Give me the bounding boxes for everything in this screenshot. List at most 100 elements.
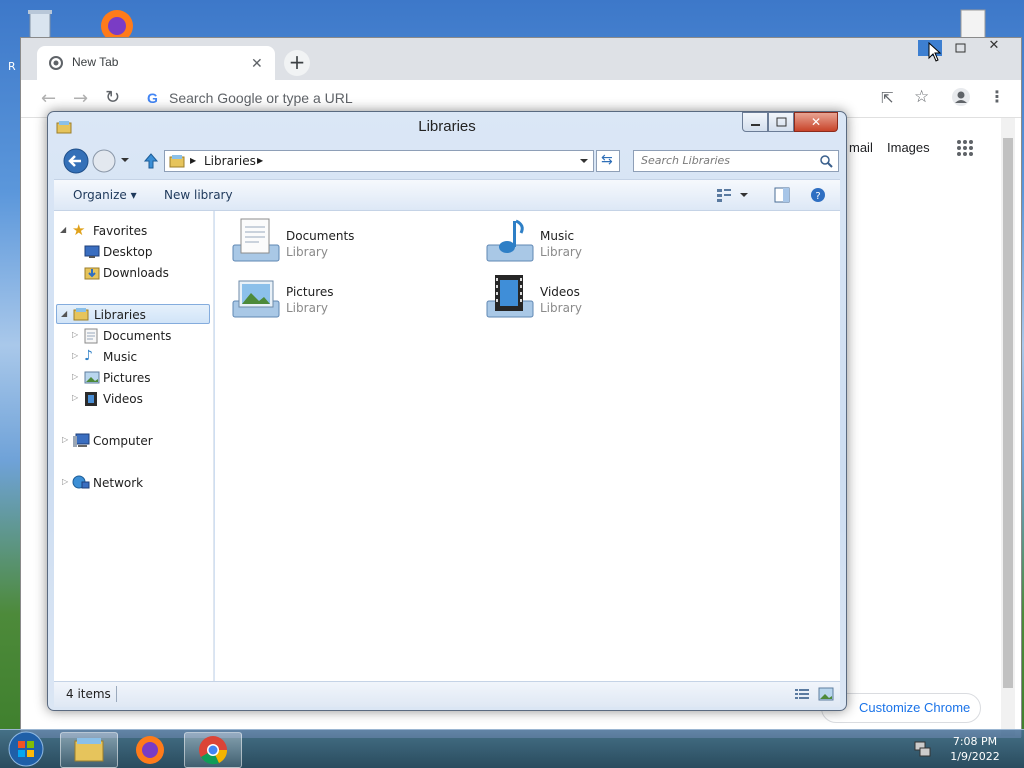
breadcrumb-arrow-icon[interactable]: ▶ bbox=[190, 156, 196, 165]
search-libraries-input[interactable]: Search Libraries bbox=[633, 150, 839, 172]
details-view-icon[interactable] bbox=[794, 687, 810, 701]
chrome-restore-button[interactable] bbox=[949, 40, 973, 56]
chrome-scroll-thumb[interactable] bbox=[1003, 138, 1013, 688]
bookmark-star-icon[interactable]: ☆ bbox=[914, 87, 929, 107]
recent-pages-chevron-icon[interactable] bbox=[120, 156, 130, 164]
pictures-library-type: Library bbox=[286, 301, 328, 315]
forward-icon[interactable]: → bbox=[73, 88, 88, 109]
nav-documents[interactable]: ▷ Documents bbox=[58, 326, 208, 346]
tab-close-icon[interactable]: ✕ bbox=[251, 56, 263, 72]
google-g-icon: G bbox=[147, 90, 158, 106]
tab-new-tab[interactable]: New Tab ✕ bbox=[37, 46, 275, 80]
collapse-arrow-icon[interactable]: ▷ bbox=[72, 393, 78, 402]
nav-music-label: Music bbox=[103, 350, 138, 364]
nav-desktop[interactable]: Desktop bbox=[58, 242, 208, 262]
nav-libraries[interactable]: ◢ Libraries bbox=[56, 304, 210, 324]
search-icon[interactable] bbox=[819, 154, 833, 168]
up-arrow-icon[interactable] bbox=[143, 152, 159, 170]
chrome-taskbar-icon[interactable] bbox=[184, 732, 242, 768]
explorer-taskbar-icon[interactable] bbox=[60, 732, 118, 768]
chrome-menu-icon[interactable]: ⋮ bbox=[989, 87, 1005, 106]
refresh-button[interactable]: ⇆ bbox=[596, 150, 620, 172]
mouse-cursor-icon bbox=[928, 42, 942, 62]
explorer-close-button[interactable]: ✕ bbox=[794, 112, 838, 132]
library-item-pictures[interactable]: Pictures Library bbox=[231, 273, 431, 323]
computer-icon bbox=[72, 433, 90, 449]
collapse-arrow-icon[interactable]: ▷ bbox=[72, 372, 78, 381]
new-tab-button[interactable]: + bbox=[284, 50, 310, 76]
navigation-pane: ◢ ★ Favorites Desktop Downloads ◢ Librar… bbox=[54, 211, 214, 681]
documents-icon bbox=[84, 328, 98, 344]
organize-button[interactable]: Organize ▾ bbox=[73, 188, 137, 202]
start-orb-icon[interactable] bbox=[6, 730, 46, 768]
taskbar-clock[interactable]: 7:08 PM 1/9/2022 bbox=[940, 734, 1010, 764]
explorer-minimize-button[interactable] bbox=[742, 112, 768, 132]
nav-pictures[interactable]: ▷ Pictures bbox=[58, 368, 208, 388]
breadcrumb-libraries[interactable]: Libraries bbox=[204, 154, 256, 168]
omnibox-input[interactable]: Search Google or type a URL bbox=[169, 90, 353, 106]
collapse-arrow-icon[interactable]: ▷ bbox=[62, 435, 68, 444]
google-apps-icon[interactable] bbox=[956, 139, 974, 157]
music-library-type: Library bbox=[540, 245, 582, 259]
explorer-maximize-button[interactable] bbox=[768, 112, 794, 132]
library-item-music[interactable]: Music Library bbox=[485, 217, 685, 267]
nav-network[interactable]: ▷ Network bbox=[58, 473, 208, 493]
expand-arrow-icon[interactable]: ◢ bbox=[60, 225, 66, 234]
forward-button-icon[interactable] bbox=[91, 148, 117, 174]
collapse-arrow-icon[interactable]: ▷ bbox=[62, 477, 68, 486]
nav-favorites[interactable]: ◢ ★ Favorites bbox=[58, 221, 208, 241]
videos-library-name: Videos bbox=[540, 285, 580, 299]
gmail-link[interactable]: mail bbox=[849, 140, 873, 155]
nav-computer[interactable]: ▷ Computer bbox=[58, 431, 208, 451]
profile-avatar-icon[interactable] bbox=[951, 87, 971, 107]
chrome-tab-title: New Tab bbox=[72, 55, 119, 69]
status-divider bbox=[116, 686, 117, 702]
share-icon[interactable]: ⇱ bbox=[881, 89, 894, 107]
library-item-documents[interactable]: Documents Library bbox=[231, 217, 431, 267]
refresh-icon: ⇆ bbox=[601, 152, 613, 168]
nav-libraries-label: Libraries bbox=[94, 308, 146, 322]
back-icon[interactable]: ← bbox=[41, 88, 56, 109]
nav-videos[interactable]: ▷ Videos bbox=[58, 389, 208, 409]
nav-downloads-label: Downloads bbox=[103, 266, 169, 280]
change-view-icon[interactable] bbox=[716, 188, 752, 202]
nav-network-label: Network bbox=[93, 476, 144, 490]
collapse-arrow-icon[interactable]: ▷ bbox=[72, 351, 78, 360]
svg-text:?: ? bbox=[815, 191, 820, 202]
large-icons-view-icon[interactable] bbox=[818, 687, 834, 701]
address-dropdown-icon[interactable] bbox=[579, 157, 589, 165]
nav-computer-label: Computer bbox=[93, 434, 153, 448]
chrome-close-button[interactable]: ✕ bbox=[981, 38, 1007, 56]
network-tray-icon[interactable] bbox=[914, 740, 932, 758]
documents-library-name: Documents bbox=[286, 229, 355, 243]
nav-music[interactable]: ▷ ♪ Music bbox=[58, 347, 208, 367]
videos-icon bbox=[84, 391, 98, 407]
libraries-icon bbox=[73, 307, 89, 321]
videos-library-icon bbox=[485, 273, 535, 321]
libraries-content-pane: Documents Library Music Library Pictures… bbox=[215, 211, 840, 681]
images-link[interactable]: Images bbox=[887, 140, 930, 155]
breadcrumb-arrow-icon[interactable]: ▶ bbox=[257, 156, 263, 165]
chrome-tab-strip: New Tab ✕ + ✕ bbox=[21, 38, 1021, 80]
firefox-taskbar-icon[interactable] bbox=[122, 732, 180, 768]
chrome-tab-favicon bbox=[49, 56, 63, 70]
address-bar[interactable]: ▶ Libraries ▶ bbox=[164, 150, 594, 172]
nav-downloads[interactable]: Downloads bbox=[58, 263, 208, 283]
reload-icon[interactable]: ↻ bbox=[105, 87, 120, 108]
preview-pane-icon[interactable] bbox=[774, 187, 790, 203]
help-icon[interactable]: ? bbox=[810, 187, 826, 203]
music-library-name: Music bbox=[540, 229, 575, 243]
expand-arrow-icon[interactable]: ◢ bbox=[61, 309, 67, 318]
collapse-arrow-icon[interactable]: ▷ bbox=[72, 330, 78, 339]
music-library-icon bbox=[485, 217, 535, 265]
back-button-icon[interactable] bbox=[62, 147, 90, 175]
command-bar: Organize ▾ New library ? bbox=[54, 179, 840, 211]
nav-documents-label: Documents bbox=[103, 329, 172, 343]
music-icon: ♪ bbox=[84, 348, 93, 364]
downloads-icon bbox=[84, 265, 100, 281]
favorites-star-icon: ★ bbox=[72, 221, 86, 239]
library-item-videos[interactable]: Videos Library bbox=[485, 273, 685, 323]
nav-desktop-label: Desktop bbox=[103, 245, 153, 259]
documents-library-icon bbox=[231, 217, 281, 265]
new-library-button[interactable]: New library bbox=[164, 188, 233, 202]
